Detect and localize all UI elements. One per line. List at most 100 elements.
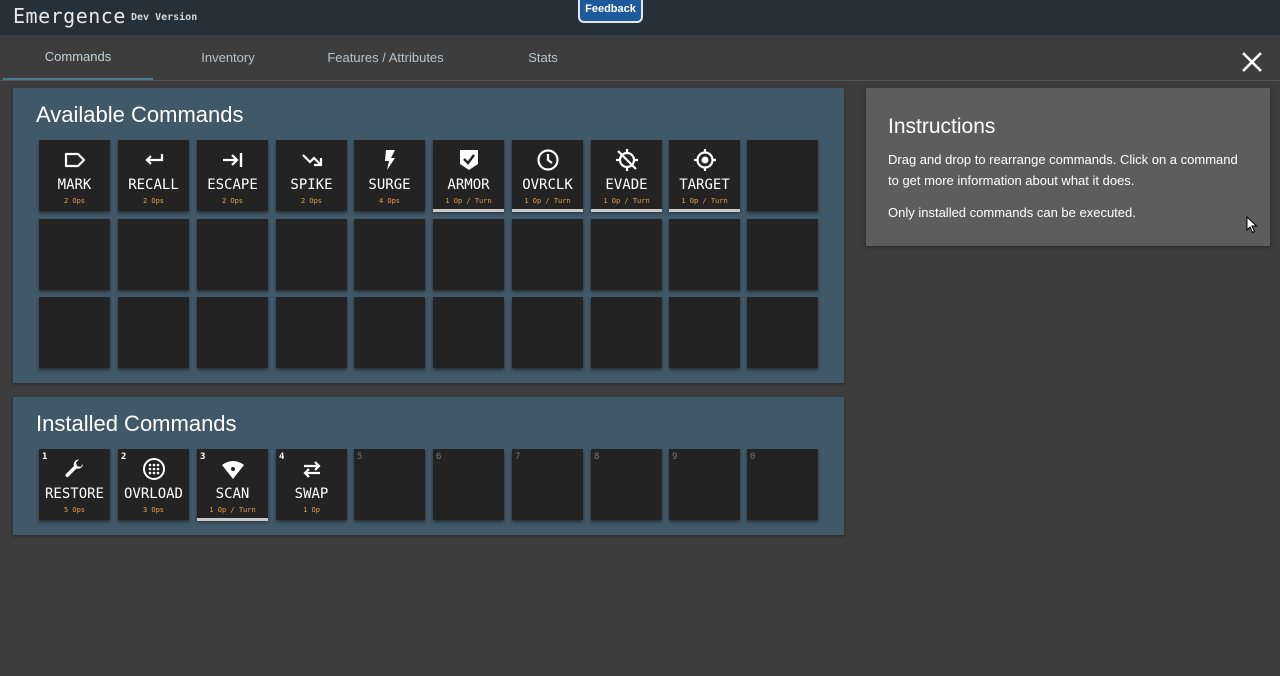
tab-bar: Commands Inventory Features / Attributes… (0, 35, 1280, 81)
empty-command-slot[interactable] (354, 297, 425, 368)
command-cost: 1 Op / Turn (603, 197, 650, 205)
dotted-circle-icon (142, 458, 165, 480)
slot-number: 7 (515, 452, 521, 462)
command-cost: 3 Ops (142, 506, 165, 514)
command-target[interactable]: TARGET 1 Op / Turn (669, 140, 740, 212)
empty-command-slot[interactable]: 9 (669, 449, 740, 520)
command-name: ESCAPE (207, 177, 258, 193)
command-evade[interactable]: EVADE 1 Op / Turn (591, 140, 662, 212)
command-name: TARGET (679, 177, 730, 193)
lightning-icon (384, 150, 395, 170)
empty-command-slot[interactable] (118, 297, 189, 368)
command-cost: 2 Ops (63, 197, 86, 205)
active-indicator-bar (591, 209, 662, 212)
empty-command-slot[interactable] (669, 297, 740, 368)
active-indicator-bar (197, 518, 268, 521)
empty-command-slot[interactable] (669, 219, 740, 290)
tab-stats[interactable]: Stats (493, 35, 593, 80)
command-ovrload[interactable]: 2 OVRLOAD 3 Ops (118, 449, 189, 520)
command-name: OVRCLK (522, 177, 573, 193)
instructions-panel: Instructions Drag and drop to rearrange … (866, 88, 1270, 246)
empty-command-slot[interactable] (39, 219, 110, 290)
command-cost: 4 Ops (378, 197, 401, 205)
command-armor[interactable]: ARMOR 1 Op / Turn (433, 140, 504, 212)
available-commands-panel: Available Commands MARK 2 Ops RECALL 2 Ops E… (13, 88, 844, 383)
top-bar: Emergence Dev Version Feedback (0, 0, 1280, 35)
active-indicator-bar (433, 209, 504, 212)
close-icon[interactable] (1240, 50, 1264, 74)
crosshair-icon (693, 149, 716, 171)
slot-number: 1 (42, 452, 48, 462)
empty-command-slot[interactable] (197, 219, 268, 290)
command-cost: 1 Op (303, 506, 320, 514)
command-name: MARK (57, 177, 92, 193)
empty-command-slot[interactable] (276, 297, 347, 368)
command-name: SCAN (215, 486, 250, 502)
slot-number: 3 (200, 452, 206, 462)
command-cost: 2 Ops (300, 197, 323, 205)
empty-command-slot[interactable] (276, 219, 347, 290)
empty-command-slot[interactable] (118, 219, 189, 290)
empty-command-slot[interactable] (591, 297, 662, 368)
command-cost: 1 Op / Turn (524, 197, 571, 205)
empty-command-slot[interactable] (39, 297, 110, 368)
swap-arrows-icon (302, 461, 321, 478)
app-title: Emergence (13, 4, 126, 28)
active-indicator-bar (669, 209, 740, 212)
command-name: SURGE (368, 177, 411, 193)
command-scan[interactable]: 3 SCAN 1 Op / Turn (197, 449, 268, 521)
empty-command-slot[interactable] (512, 297, 583, 368)
command-cost: 5 Ops (63, 506, 86, 514)
command-name: RESTORE (44, 486, 104, 502)
installed-commands-panel: Installed Commands 1 RESTORE 5 Ops 2 OVRLOAD… (13, 397, 844, 535)
slot-number: 4 (279, 452, 285, 462)
empty-command-slot[interactable]: 6 (433, 449, 504, 520)
empty-command-slot[interactable] (512, 219, 583, 290)
empty-command-slot[interactable] (354, 219, 425, 290)
active-indicator-bar (512, 209, 583, 212)
empty-command-slot[interactable] (591, 219, 662, 290)
empty-command-slot[interactable]: 5 (354, 449, 425, 520)
empty-command-slot[interactable]: 8 (591, 449, 662, 520)
command-cost: 2 Ops (142, 197, 165, 205)
command-restore[interactable]: 1 RESTORE 5 Ops (39, 449, 110, 520)
trending-arrow-icon (301, 154, 322, 167)
tab-commands[interactable]: Commands (3, 35, 153, 80)
slot-number: 2 (121, 452, 127, 462)
command-mark[interactable]: MARK 2 Ops (39, 140, 110, 211)
command-name: ARMOR (447, 177, 490, 193)
instructions-title: Instructions (888, 115, 996, 138)
empty-command-slot[interactable]: 0 (747, 449, 818, 520)
slot-number: 0 (750, 452, 756, 462)
gps-off-icon (615, 149, 638, 171)
installed-commands-title: Installed Commands (36, 411, 237, 436)
empty-command-slot[interactable]: 7 (512, 449, 583, 520)
slot-number: 9 (672, 452, 678, 462)
empty-command-slot[interactable] (433, 219, 504, 290)
command-name: RECALL (128, 177, 179, 193)
empty-command-slot[interactable] (747, 140, 818, 211)
wifi-scan-icon (221, 461, 244, 479)
empty-command-slot[interactable] (433, 297, 504, 368)
feedback-button[interactable]: Feedback (578, 0, 643, 23)
instructions-text: Drag and drop to rearrange commands. Cli… (888, 152, 1238, 188)
clock-icon (536, 149, 559, 171)
wrench-icon (64, 459, 83, 478)
tab-inventory[interactable]: Inventory (153, 35, 303, 80)
empty-command-slot[interactable] (747, 297, 818, 368)
command-spike[interactable]: SPIKE 2 Ops (276, 140, 347, 211)
app-version-label: Dev Version (131, 12, 198, 23)
command-cost: 1 Op / Turn (445, 197, 492, 205)
command-recall[interactable]: RECALL 2 Ops (118, 140, 189, 211)
command-swap[interactable]: 4 SWAP 1 Op (276, 449, 347, 520)
tab-features-attributes[interactable]: Features / Attributes (303, 35, 468, 80)
command-escape[interactable]: ESCAPE 2 Ops (197, 140, 268, 211)
arrow-to-right-icon (222, 153, 242, 167)
empty-command-slot[interactable] (747, 219, 818, 290)
slot-number: 8 (594, 452, 600, 462)
command-ovrclk[interactable]: OVRCLK 1 Op / Turn (512, 140, 583, 212)
command-surge[interactable]: SURGE 4 Ops (354, 140, 425, 211)
command-name: OVRLOAD (123, 486, 183, 502)
command-cost: 2 Ops (221, 197, 244, 205)
empty-command-slot[interactable] (197, 297, 268, 368)
